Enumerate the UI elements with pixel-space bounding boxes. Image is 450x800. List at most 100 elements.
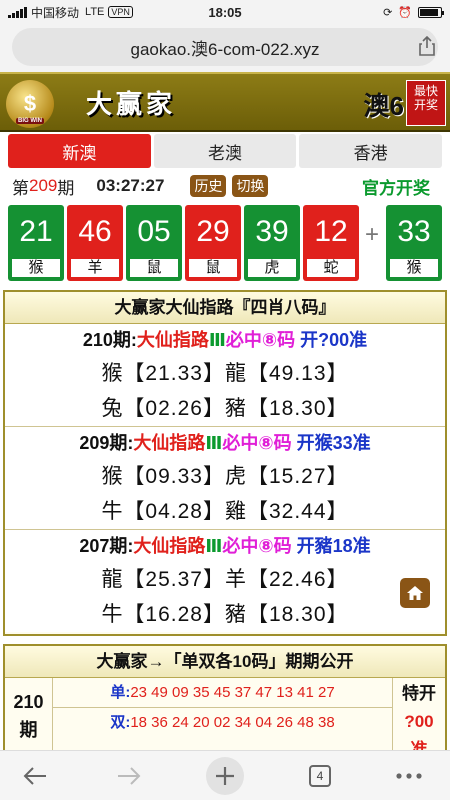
special-cell: 特开 ?00 准: [393, 678, 445, 752]
switch-button[interactable]: 切换: [232, 175, 269, 197]
back-button[interactable]: [18, 759, 52, 793]
issue-cell: 210 期: [5, 678, 53, 750]
site-banner: $ BIG WIN 大赢家 澳6 最快 开奖: [0, 72, 450, 132]
tab-hongkong[interactable]: 香港: [299, 134, 443, 168]
ball-zodiac: 猴: [390, 259, 438, 277]
entry-result: 开?00准: [300, 330, 368, 350]
url-field[interactable]: gaokao.澳6-com-022.xyz: [12, 28, 438, 66]
odd-even-table: 210 期 单:23 49 09 35 45 37 47 13 41 27 双:…: [5, 678, 445, 752]
home-button[interactable]: [400, 578, 430, 608]
site-logo[interactable]: $ BIG WIN: [6, 80, 54, 128]
entry-tip: 大仙指路: [136, 330, 209, 350]
history-button[interactable]: 历史: [190, 175, 227, 197]
ball-zodiac: 羊: [71, 259, 119, 277]
entry-result: 开豬18准: [296, 536, 371, 556]
numbers-cell: 单:23 49 09 35 45 37 47 13 41 27 双:18 36 …: [53, 678, 393, 750]
clock: 18:05: [208, 4, 242, 20]
ball-zodiac: 猴: [12, 259, 60, 277]
menu-button[interactable]: [392, 759, 426, 793]
ball-zodiac: 鼠: [130, 259, 178, 277]
battery-icon: [418, 6, 444, 18]
prediction-entry: 207期:大仙指路Ⅲ必中⑧码 开豬18准 龍【25.37】羊【22.46】 牛【…: [5, 530, 445, 632]
issue-unit: 期: [19, 720, 38, 740]
browser-address-bar: gaokao.澳6-com-022.xyz: [0, 24, 450, 72]
plus-sign: +: [365, 221, 380, 248]
home-icon: [407, 586, 423, 600]
draw-result-balls: 21 猴 46 羊 05 鼠 29 鼠 39 虎 12 蛇 + 33 猴: [8, 205, 442, 281]
even-label: 双:: [110, 714, 131, 731]
entry-issue: 207期:: [79, 536, 134, 556]
odd-even-panel: 大赢家→「单双各10码」期期公开 210 期 单:23 49 09 35 45 …: [3, 644, 447, 754]
arrow-right-icon: [118, 767, 141, 785]
tab-laoao[interactable]: 老澳: [153, 134, 297, 168]
plus-icon: [216, 767, 234, 785]
ball-number: 21: [19, 215, 53, 248]
prediction-line: 猴【09.33】虎【15.27】: [101, 465, 349, 488]
prediction-line: 兔【02.26】豬【18.30】: [101, 397, 349, 420]
ball-number: 29: [196, 215, 230, 248]
prediction-header: 209期:大仙指路Ⅲ必中⑧码 开猴33准: [5, 427, 445, 459]
entry-tip: 大仙指路: [133, 433, 206, 453]
special-label: 特开: [402, 684, 436, 703]
entry-tip: 大仙指路: [133, 536, 206, 556]
issue-number: 209: [29, 176, 58, 195]
more-icon: [396, 773, 422, 779]
result-ball: 29 鼠: [185, 205, 241, 281]
dollar-icon: $: [23, 91, 37, 116]
issue-prefix: 第: [12, 178, 29, 198]
entry-mark: Ⅲ: [205, 433, 223, 453]
prediction-header: 207期:大仙指路Ⅲ必中⑧码 开豬18准: [5, 530, 445, 562]
badge-line-1: 最快: [413, 84, 438, 98]
prediction-line: 猴【21.33】龍【49.13】: [101, 362, 349, 385]
panel-title: 大赢家→「单双各10码」期期公开: [5, 646, 445, 678]
share-icon[interactable]: [418, 36, 436, 56]
tabs-button[interactable]: 4: [306, 759, 334, 793]
draw-info-row: 第 209 期 03:27:27 历史 切换 官方开奖: [12, 172, 442, 200]
result-ball: 46 羊: [67, 205, 123, 281]
forward-button[interactable]: [112, 759, 146, 793]
result-ball: 21 猴: [8, 205, 64, 281]
ball-zodiac: 蛇: [307, 259, 355, 277]
entry-sure: 必中⑧码: [222, 433, 292, 453]
panel-title: 大赢家大仙指路『四肖八码』: [5, 292, 445, 324]
status-bar: 中国移动 LTE VPN 18:05 ⟳ ⏰: [0, 0, 450, 24]
entry-sure: 必中⑧码: [222, 536, 292, 556]
new-tab-button[interactable]: [206, 757, 244, 795]
url-text: gaokao.澳6-com-022.xyz: [130, 39, 320, 59]
tab-xinao[interactable]: 新澳: [8, 134, 151, 168]
tab-count: 4: [309, 765, 331, 787]
entry-sure: 必中⑧码: [225, 330, 296, 350]
result-ball: 39 虎: [244, 205, 300, 281]
official-draw-link[interactable]: 官方开奖: [362, 174, 430, 199]
issue-suffix: 期: [57, 178, 75, 198]
fastest-draw-badge: 最快 开奖: [406, 80, 446, 126]
ball-number: 05: [137, 215, 171, 248]
prediction-entry: 209期:大仙指路Ⅲ必中⑧码 开猴33准 猴【09.33】虎【15.27】 牛【…: [5, 427, 445, 530]
logo-caption: BIG WIN: [16, 118, 44, 124]
even-row: 双:18 36 24 20 02 34 04 26 48 38: [53, 708, 392, 738]
ball-number: 46: [78, 215, 112, 248]
result-ball: 05 鼠: [126, 205, 182, 281]
prediction-entry: 210期:大仙指路Ⅲ必中⑧码 开?00准 猴【21.33】龍【49.13】 兔【…: [5, 324, 445, 427]
odd-values: 23 49 09 35 45 37 47 13 41 27: [130, 684, 335, 701]
ball-zodiac: 虎: [248, 259, 296, 277]
four-zodiac-panel: 大赢家大仙指路『四肖八码』 210期:大仙指路Ⅲ必中⑧码 开?00准 猴【21.…: [3, 290, 447, 636]
site-name: 澳6: [363, 91, 404, 121]
even-values: 18 36 24 20 02 34 04 26 48 38: [130, 714, 335, 731]
brand-name: 大赢家: [86, 90, 177, 120]
countdown-timer: 03:27:27: [96, 176, 165, 195]
region-tabs: 新澳 老澳 香港: [8, 134, 443, 168]
entry-mark: Ⅲ: [205, 536, 223, 556]
entry-result: 开猴33准: [296, 433, 371, 453]
special-ball: 33 猴: [386, 205, 442, 281]
special-value: ?00: [404, 712, 434, 731]
badge-line-2: 开奖: [413, 98, 438, 112]
ball-number: 39: [255, 215, 289, 248]
prediction-line: 龍【25.37】羊【22.46】: [101, 568, 349, 591]
entry-issue: 209期:: [79, 433, 134, 453]
ball-number: 12: [314, 215, 348, 248]
result-ball: 12 蛇: [303, 205, 359, 281]
ball-zodiac: 鼠: [189, 259, 237, 277]
odd-row: 单:23 49 09 35 45 37 47 13 41 27: [53, 678, 392, 708]
entry-mark: Ⅲ: [208, 330, 226, 350]
